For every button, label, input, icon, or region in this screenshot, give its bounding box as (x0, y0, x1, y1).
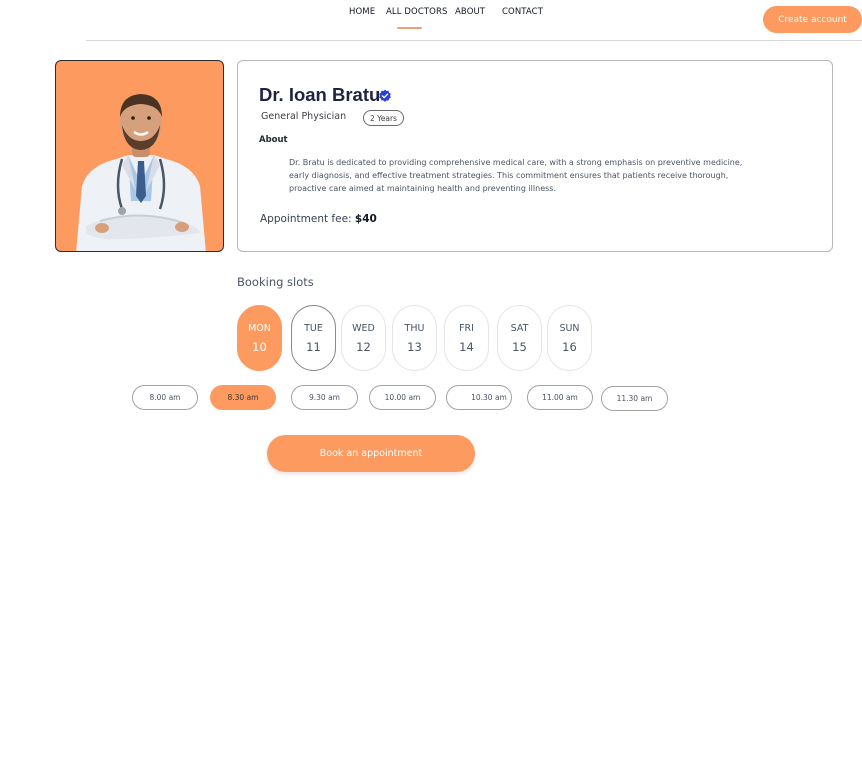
day-fri[interactable]: FRI 14 (444, 305, 489, 371)
booking-slots-title: Booking slots (237, 275, 314, 289)
day-name: TUE (304, 323, 323, 334)
nav-active-indicator (397, 27, 422, 29)
doctor-illustration (76, 94, 206, 251)
day-sat[interactable]: SAT 15 (497, 305, 542, 371)
nav-home[interactable]: HOME (349, 7, 375, 17)
time-slot-930[interactable]: 9.30 am (291, 385, 358, 410)
doctor-speciality: General Physician (261, 111, 347, 122)
day-name: WED (352, 323, 375, 334)
time-slot-1030[interactable]: 10.30 am (446, 385, 512, 410)
day-date: 12 (356, 340, 371, 354)
day-date: 16 (562, 340, 577, 354)
day-name: SAT (510, 323, 529, 334)
day-sun[interactable]: SUN 16 (547, 305, 592, 371)
verified-badge-icon (379, 89, 391, 102)
book-appointment-button[interactable]: Book an appointment (267, 435, 475, 472)
experience-badge: 2 Years (363, 110, 404, 126)
day-thu[interactable]: THU 13 (392, 305, 437, 371)
day-name: FRI (459, 323, 474, 334)
appointment-fee: Appointment fee: $40 (260, 213, 377, 225)
doctor-name: Dr. Ioan Bratu (259, 84, 381, 105)
about-text: Dr. Bratu is dedicated to providing comp… (289, 158, 743, 193)
nav-contact[interactable]: CONTACT (502, 7, 543, 17)
day-date: 10 (252, 340, 267, 354)
header-divider (86, 40, 862, 41)
fee-label: Appointment fee: (260, 213, 352, 225)
day-tue[interactable]: TUE 11 (291, 305, 336, 371)
day-mon[interactable]: MON 10 (237, 305, 282, 371)
day-date: 14 (459, 340, 474, 354)
nav-all-doctors[interactable]: ALL DOCTORS (386, 7, 447, 17)
time-slot-830[interactable]: 8.30 am (210, 385, 276, 410)
day-wed[interactable]: WED 12 (341, 305, 386, 371)
day-date: 13 (407, 340, 422, 354)
nav-about[interactable]: ABOUT (455, 7, 485, 17)
doctor-photo (55, 60, 224, 252)
time-slot-800[interactable]: 8.00 am (132, 385, 198, 410)
day-name: SUN (559, 323, 580, 334)
day-name: THU (404, 323, 425, 334)
day-date: 15 (512, 340, 527, 354)
fee-value: $40 (354, 213, 377, 225)
about-label: About (259, 135, 288, 145)
time-slot-1100[interactable]: 11.00 am (527, 385, 593, 410)
day-name: MON (248, 323, 271, 334)
time-slot-1000[interactable]: 10.00 am (369, 385, 436, 410)
day-date: 11 (306, 340, 321, 354)
create-account-button[interactable]: Create account (763, 6, 862, 33)
time-slot-1130[interactable]: 11.30 am (601, 386, 668, 411)
